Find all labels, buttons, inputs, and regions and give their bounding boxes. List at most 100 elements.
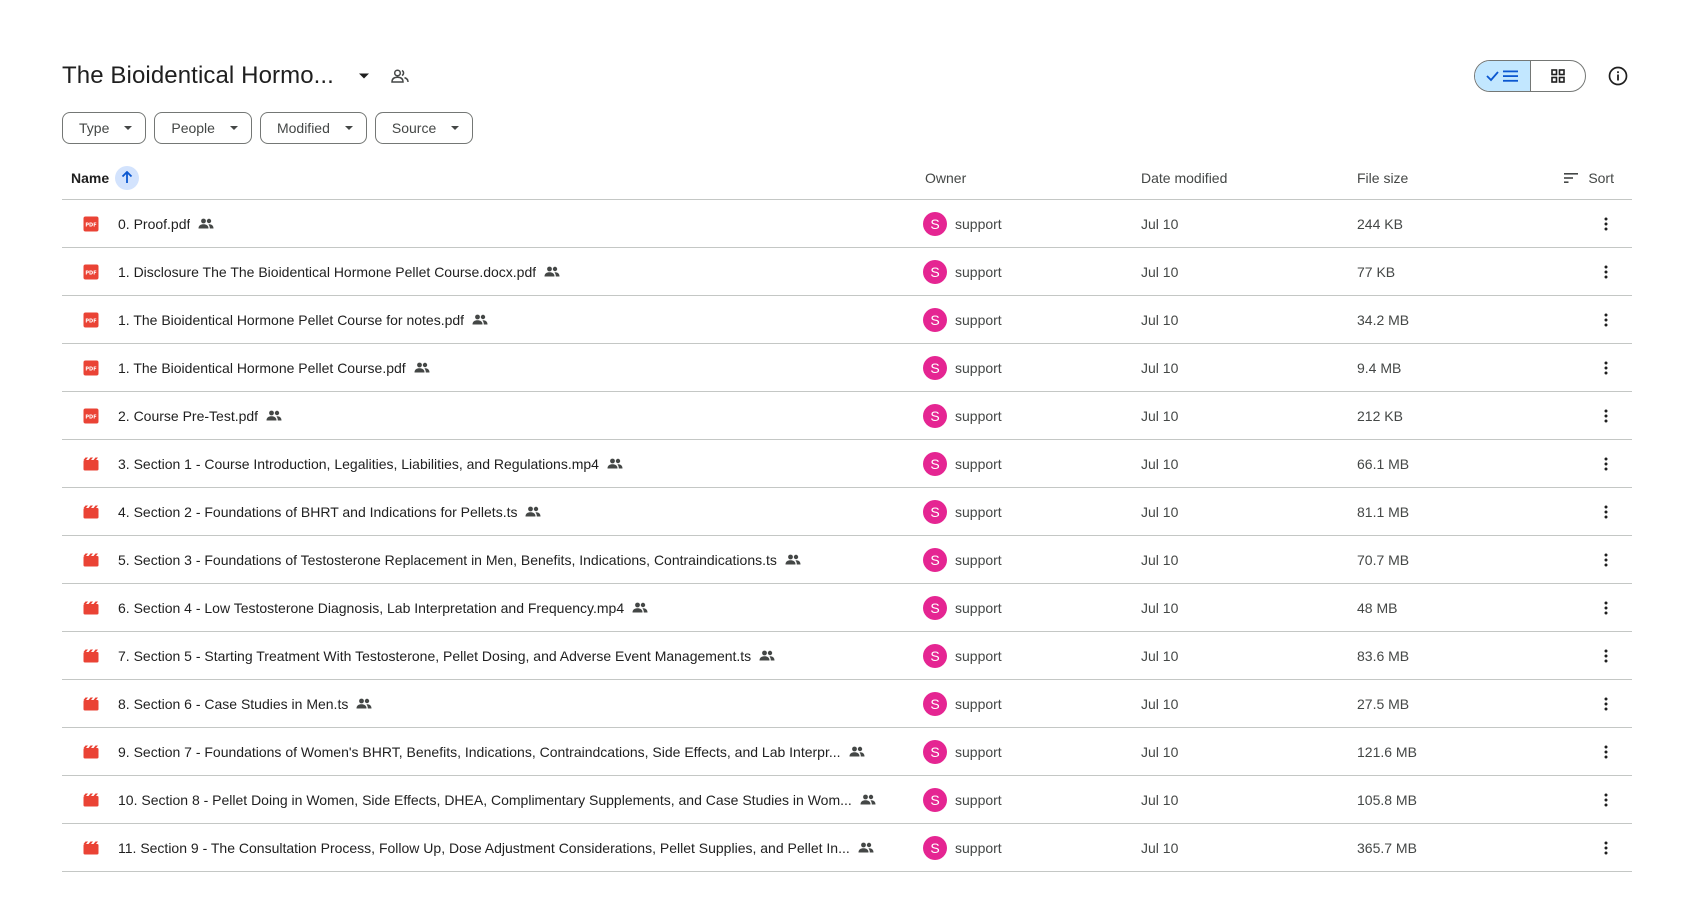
people-icon: [785, 554, 801, 565]
avatar[interactable]: S: [923, 355, 947, 380]
video-file-icon: [82, 839, 100, 857]
video-file-icon: [82, 791, 100, 809]
more-vert-icon[interactable]: [1586, 300, 1626, 340]
more-vert-icon[interactable]: [1586, 348, 1626, 388]
column-name-header[interactable]: Name: [62, 165, 920, 190]
owner-name: support: [955, 599, 1002, 616]
people-icon: [632, 602, 648, 613]
owner-cell: S support: [920, 691, 1136, 716]
avatar[interactable]: S: [923, 835, 947, 860]
folder-title[interactable]: The Bioidentical Hormo...: [62, 62, 334, 90]
file-name[interactable]: 1. The Bioidentical Hormone Pellet Cours…: [118, 312, 464, 328]
filter-modified-chip[interactable]: Modified: [259, 112, 367, 144]
avatar[interactable]: S: [923, 403, 947, 428]
avatar[interactable]: S: [923, 643, 947, 668]
file-name[interactable]: 4. Section 2 - Foundations of BHRT and I…: [118, 504, 517, 520]
filter-source-chip[interactable]: Source: [374, 112, 474, 144]
file-name[interactable]: 2. Course Pre-Test.pdf: [118, 408, 258, 424]
table-row[interactable]: 10. Section 8 - Pellet Doing in Women, S…: [62, 776, 1632, 824]
avatar[interactable]: S: [923, 499, 947, 524]
people-icon: [525, 506, 541, 517]
sort-icon: [1564, 172, 1579, 183]
file-size: 34.2 MB: [1357, 311, 1410, 328]
table-row[interactable]: 4. Section 2 - Foundations of BHRT and I…: [62, 488, 1632, 536]
avatar[interactable]: S: [923, 259, 947, 284]
avatar[interactable]: S: [923, 691, 947, 716]
more-vert-icon[interactable]: [1586, 828, 1626, 868]
table-row[interactable]: PDF 1. The Bioidentical Hormone Pellet C…: [62, 296, 1632, 344]
chip-label: Type: [79, 120, 110, 136]
table-row[interactable]: PDF 2. Course Pre-Test.pdf S support Jul…: [62, 392, 1632, 440]
owner-cell: S support: [920, 451, 1136, 476]
file-name[interactable]: 5. Section 3 - Foundations of Testostero…: [118, 552, 777, 568]
svg-text:PDF: PDF: [85, 318, 96, 324]
more-vert-icon[interactable]: [1586, 396, 1626, 436]
chevron-down-icon: [344, 126, 353, 130]
avatar[interactable]: S: [923, 307, 947, 332]
table-row[interactable]: PDF 1. The Bioidentical Hormone Pellet C…: [62, 344, 1632, 392]
more-vert-icon[interactable]: [1586, 684, 1626, 724]
people-icon: [860, 794, 876, 805]
name-cell: PDF 1. The Bioidentical Hormone Pellet C…: [62, 359, 920, 377]
grid-view-button[interactable]: [1530, 61, 1585, 91]
name-cell: PDF 1. The Bioidentical Hormone Pellet C…: [62, 311, 920, 329]
file-name[interactable]: 9. Section 7 - Foundations of Women's BH…: [118, 744, 841, 760]
more-vert-icon[interactable]: [1586, 780, 1626, 820]
file-name[interactable]: 1. The Bioidentical Hormone Pellet Cours…: [118, 360, 406, 376]
avatar[interactable]: S: [923, 787, 947, 812]
file-name[interactable]: 6. Section 4 - Low Testosterone Diagnosi…: [118, 600, 624, 616]
table-row[interactable]: 11. Section 9 - The Consultation Process…: [62, 824, 1632, 872]
table-row[interactable]: PDF 1. Disclosure The The Bioidentical H…: [62, 248, 1632, 296]
people-icon: [544, 266, 560, 277]
name-cell: 6. Section 4 - Low Testosterone Diagnosi…: [62, 599, 920, 617]
column-owner-header: Owner: [925, 169, 967, 186]
more-vert-icon[interactable]: [1586, 588, 1626, 628]
table-row[interactable]: 3. Section 1 - Course Introduction, Lega…: [62, 440, 1632, 488]
more-vert-icon[interactable]: [1586, 492, 1626, 532]
avatar[interactable]: S: [923, 595, 947, 620]
file-name[interactable]: 7. Section 5 - Starting Treatment With T…: [118, 648, 751, 664]
filter-people-chip[interactable]: People: [154, 112, 252, 144]
caret-down-icon[interactable]: [352, 64, 376, 88]
table-row[interactable]: 7. Section 5 - Starting Treatment With T…: [62, 632, 1632, 680]
video-file-icon: [82, 599, 100, 617]
more-vert-icon[interactable]: [1586, 636, 1626, 676]
table-row[interactable]: 5. Section 3 - Foundations of Testostero…: [62, 536, 1632, 584]
video-file-icon: [82, 503, 100, 521]
file-name[interactable]: 10. Section 8 - Pellet Doing in Women, S…: [118, 792, 852, 808]
video-file-icon: [82, 551, 100, 569]
table-row[interactable]: 9. Section 7 - Foundations of Women's BH…: [62, 728, 1632, 776]
arrow-up-icon[interactable]: [115, 165, 140, 190]
people-icon: [266, 410, 282, 421]
owner-name: support: [955, 215, 1002, 232]
avatar[interactable]: S: [923, 211, 947, 236]
date-modified: Jul 10: [1141, 215, 1179, 232]
file-name[interactable]: 11. Section 9 - The Consultation Process…: [118, 840, 850, 856]
owner-cell: S support: [920, 355, 1136, 380]
date-modified: Jul 10: [1141, 263, 1179, 280]
avatar[interactable]: S: [923, 451, 947, 476]
more-vert-icon[interactable]: [1586, 540, 1626, 580]
people-icon: [356, 698, 372, 709]
avatar[interactable]: S: [923, 547, 947, 572]
filter-type-chip[interactable]: Type: [62, 112, 147, 144]
more-vert-icon[interactable]: [1586, 444, 1626, 484]
more-vert-icon[interactable]: [1586, 204, 1626, 244]
table-row[interactable]: 6. Section 4 - Low Testosterone Diagnosi…: [62, 584, 1632, 632]
table-row[interactable]: PDF 0. Proof.pdf S support Jul 10 244 KB: [62, 200, 1632, 248]
table-row[interactable]: 8. Section 6 - Case Studies in Men.ts S …: [62, 680, 1632, 728]
column-size-header[interactable]: File size: [1352, 170, 1552, 186]
avatar[interactable]: S: [923, 739, 947, 764]
info-icon[interactable]: [1604, 62, 1632, 90]
file-name[interactable]: 8. Section 6 - Case Studies in Men.ts: [118, 696, 348, 712]
file-name[interactable]: 1. Disclosure The The Bioidentical Hormo…: [118, 264, 536, 280]
column-date-header[interactable]: Date modified: [1136, 170, 1352, 186]
file-name[interactable]: 0. Proof.pdf: [118, 216, 190, 232]
sort-button[interactable]: Sort: [1564, 170, 1632, 186]
people-icon: [759, 650, 775, 661]
list-view-button[interactable]: [1475, 61, 1530, 91]
file-name[interactable]: 3. Section 1 - Course Introduction, Lega…: [118, 456, 599, 472]
more-vert-icon[interactable]: [1586, 252, 1626, 292]
filter-bar: Type People Modified Source: [62, 112, 474, 144]
more-vert-icon[interactable]: [1586, 732, 1626, 772]
